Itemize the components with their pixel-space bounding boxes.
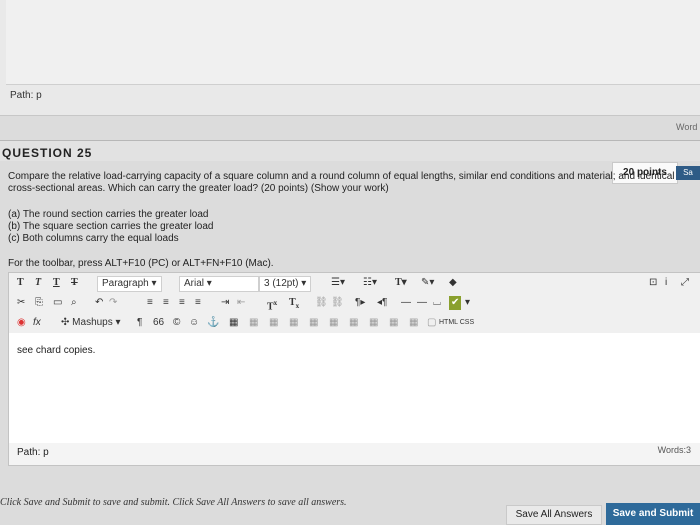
spellcheck-check-icon[interactable]: ✔ [449,296,462,310]
save-and-submit-button[interactable]: Save and Submit [606,503,700,525]
submit-help-text: Click Save and Submit to save and submit… [0,497,347,508]
answer-option-a: (a) The round section carries the greate… [8,209,209,220]
answer-option-c: (c) Both columns carry the equal loads [8,233,179,244]
previous-editor-path: Path: p [10,90,42,101]
table-props-icon[interactable]: ▦ [369,316,378,330]
link-icon[interactable]: ⛓ [315,296,328,310]
emoticon-icon[interactable]: ☺ [189,316,199,330]
rtl-icon[interactable]: ◂¶ [377,296,387,310]
editor-path: Path: p [17,447,49,458]
align-right-icon[interactable]: ≡ [179,296,185,310]
question-title: QUESTION 25 [2,146,93,160]
paste-icon[interactable]: ▭ [53,296,62,310]
justify-icon[interactable]: ≡ [195,296,201,310]
font-select-value: Arial [184,278,205,289]
copy-icon[interactable]: ⎘ [35,296,43,310]
word-count-label: Word [676,122,698,132]
answer-options: (a) The round section carries the greate… [8,209,213,245]
italic-button[interactable]: T [35,276,41,290]
font-size-select[interactable]: 3 (12pt) ▾ [259,276,312,292]
blockquote-icon[interactable]: 66 [153,316,164,330]
record-icon[interactable]: ◉ [17,316,26,330]
indent-icon[interactable]: ⇥ [221,296,229,310]
answer-text-area[interactable]: see chard copies. [9,333,700,443]
html-css-button[interactable]: HTML CSS [439,316,474,330]
toolbar-row-2: ✂ ⎘ ▭ ⌕ ↶ ↷ ≡ ≡ ≡ ≡ ⇥ ⇤ Tx Tx ⛓ ⛓ ¶▸ ◂¶ … [9,293,700,314]
previous-answer-editor: Path: p [0,0,700,116]
answer-option-b: (b) The square section carries the great… [8,221,214,232]
mashups-menu[interactable]: ✣ Mashups ▾ [61,316,121,330]
table-cell-props-icon[interactable]: ▦ [409,316,418,330]
bullet-list-icon[interactable]: ☰▾ [331,276,345,290]
anchor-icon[interactable]: ⚓ [207,316,219,330]
save-all-answers-button[interactable]: Save All Answers [506,505,602,525]
paragraph-mark-icon[interactable]: ¶ [137,316,142,330]
question-text: Compare the relative load-carrying capac… [8,171,675,194]
table-row-icon[interactable]: ▦ [249,316,258,330]
hr-line-icon[interactable]: — [417,296,427,310]
table-row-props-icon[interactable]: ▦ [389,316,398,330]
insert-table-icon[interactable]: ▦ [229,316,238,330]
font-select[interactable]: Arial ▾ [179,276,259,292]
eraser-icon[interactable]: ◆ [449,276,457,290]
editor-word-count: Words:3 [657,445,691,455]
spellcheck-dropdown-icon[interactable]: ▾ [465,296,470,310]
horizontal-rule-icon[interactable]: — [401,296,411,310]
strikethrough-button[interactable]: T [71,276,78,290]
table-merge-icon[interactable]: ▦ [309,316,318,330]
numbered-list-icon[interactable]: ☷▾ [363,276,377,290]
spellcheck-icon[interactable]: ⊡ [649,276,657,290]
question-header: QUESTION 25 [0,140,700,161]
superscript-label: T [267,301,274,313]
font-size-select-value: 3 (12pt) [264,278,299,289]
paragraph-select[interactable]: Paragraph ▾ [97,276,162,292]
cut-icon[interactable]: ✂ [17,296,25,310]
toolbar-row-1: T T T T Paragraph ▾ Arial ▾ 3 (12pt) ▾ ☰… [9,273,700,294]
fullscreen-icon[interactable]: ⤢ [681,276,689,290]
align-center-icon[interactable]: ≡ [163,296,169,310]
table-split-icon[interactable]: ▦ [329,316,338,330]
outdent-icon[interactable]: ⇤ [237,296,245,310]
toolbar-row-3: ◉ fx ✣ Mashups ▾ ¶ 66 © ☺ ⚓ ▦ ▦ ▦ ▦ ▦ ▦ … [9,313,700,334]
table-border-icon[interactable]: ▢ [427,316,436,330]
previous-editor-text-area[interactable] [6,0,700,85]
align-left-icon[interactable]: ≡ [147,296,153,310]
answer-editor: T T T T Paragraph ▾ Arial ▾ 3 (12pt) ▾ ☰… [8,272,700,466]
text-style-button[interactable]: T [17,276,24,290]
answer-content: see chard copies. [17,345,96,356]
copyright-icon[interactable]: © [173,316,180,330]
table-cell-icon[interactable]: ▦ [289,316,298,330]
mashups-label: Mashups [72,317,113,328]
undo-icon[interactable]: ↶ [95,296,103,310]
table-delete-icon[interactable]: ▦ [349,316,358,330]
nonbreaking-space-icon[interactable]: ⌴ [433,296,441,310]
redo-icon[interactable]: ↷ [109,296,117,310]
highlight-pen-icon[interactable]: ✎▾ [421,276,434,290]
subscript-label: T [289,297,296,308]
toolbar-instruction: For the toolbar, press ALT+F10 (PC) or A… [8,258,274,269]
superscript-button[interactable]: Tx [267,296,277,313]
underline-button[interactable]: T [53,276,60,290]
find-icon[interactable]: ⌕ [71,296,77,310]
formula-icon[interactable]: fx [33,316,41,330]
subscript-button[interactable]: Tx [289,296,299,310]
info-icon[interactable]: i [665,276,667,290]
table-col-icon[interactable]: ▦ [269,316,278,330]
paragraph-select-value: Paragraph [102,278,149,289]
text-color-icon[interactable]: T▾ [395,276,407,290]
ltr-icon[interactable]: ¶▸ [355,296,365,310]
unlink-icon[interactable]: ⛓ [331,296,344,310]
